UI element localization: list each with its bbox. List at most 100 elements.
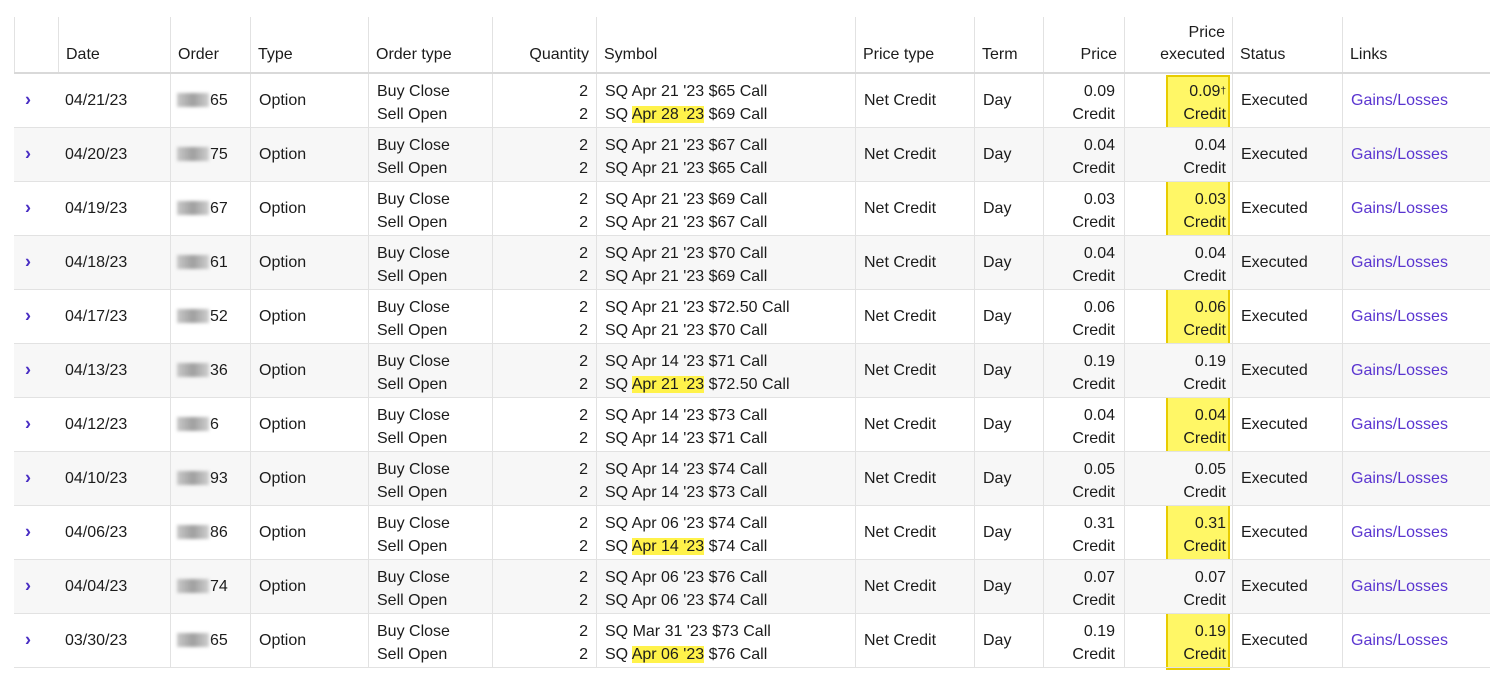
order-type-legs: Buy Close Sell Open <box>369 188 492 234</box>
order-cell: 65 <box>170 74 250 127</box>
executed-price-value: 0.31 <box>1194 515 1226 532</box>
chevron-right-icon[interactable]: › <box>25 575 31 596</box>
chevron-right-icon[interactable]: › <box>25 143 31 164</box>
table-row[interactable]: › 04/18/23 61 Option Buy Close Sell Open… <box>14 236 1490 290</box>
header-symbol[interactable]: Symbol <box>596 17 855 72</box>
header-order-type[interactable]: Order type <box>368 17 492 72</box>
table-row[interactable]: › 04/06/23 86 Option Buy Close Sell Open… <box>14 506 1490 560</box>
header-quantity[interactable]: Quantity <box>492 17 596 72</box>
leg2-symbol-ticker: SQ <box>605 322 632 339</box>
chevron-right-icon[interactable]: › <box>25 251 31 272</box>
price-type-cell: Net Credit <box>855 614 974 667</box>
term-cell: Day <box>974 74 1043 127</box>
table-row[interactable]: › 04/12/23 6 Option Buy Close Sell Open … <box>14 398 1490 452</box>
header-order-type-label: Order type <box>376 46 452 63</box>
gains-losses-link[interactable]: Gains/Losses <box>1351 578 1448 595</box>
quantity-legs: 2 2 <box>493 296 596 342</box>
limit-price-unit: Credit <box>1072 322 1115 339</box>
header-price-executed[interactable]: Price executed <box>1124 17 1232 72</box>
table-row[interactable]: › 04/20/23 75 Option Buy Close Sell Open… <box>14 128 1490 182</box>
term: Day <box>983 91 1012 109</box>
header-order[interactable]: Order <box>170 17 250 72</box>
limit-price: 0.04 Credit <box>1044 242 1124 288</box>
leg2-symbol-ticker: SQ <box>605 214 632 231</box>
leg1-action: Buy Close <box>377 353 450 370</box>
gains-losses-link[interactable]: Gains/Losses <box>1351 254 1448 271</box>
table-row[interactable]: › 04/17/23 52 Option Buy Close Sell Open… <box>14 290 1490 344</box>
table-row[interactable]: › 04/10/23 93 Option Buy Close Sell Open… <box>14 452 1490 506</box>
table-row[interactable]: › 04/19/23 67 Option Buy Close Sell Open… <box>14 182 1490 236</box>
order-type-cell: Buy Close Sell Open <box>368 398 492 451</box>
limit-price-value: 0.19 <box>1083 623 1115 640</box>
table-row[interactable]: › 04/21/23 65 Option Buy Close Sell Open… <box>14 74 1490 128</box>
order-date: 04/06/23 <box>65 523 128 541</box>
type-cell: Option <box>250 398 368 451</box>
price-type: Net Credit <box>864 91 937 109</box>
gains-losses-link[interactable]: Gains/Losses <box>1351 470 1448 487</box>
order-number-suffix: 67 <box>210 199 228 217</box>
chevron-right-icon[interactable]: › <box>25 305 31 326</box>
executed-price-unit: Credit <box>1183 484 1226 501</box>
leg1-quantity: 2 <box>579 569 588 586</box>
order-type-cell: Buy Close Sell Open <box>368 182 492 235</box>
header-price-type[interactable]: Price type <box>855 17 974 72</box>
symbol-cell: SQ Apr 21 '23 $69 Call SQ Apr 21 '23 $67… <box>596 182 855 235</box>
gains-losses-link[interactable]: Gains/Losses <box>1351 362 1448 379</box>
redacted-order-digits <box>177 579 209 594</box>
header-status[interactable]: Status <box>1232 17 1342 72</box>
leg2-quantity: 2 <box>579 538 588 555</box>
quantity-legs: 2 2 <box>493 620 596 666</box>
gains-losses-link[interactable]: Gains/Losses <box>1351 92 1448 109</box>
leg2-symbol: SQ Apr 06 '23 $74 Call <box>605 589 855 612</box>
leg1-symbol: SQ Apr 21 '23 $70 Call <box>605 245 768 262</box>
chevron-right-icon[interactable]: › <box>25 413 31 434</box>
leg2-action: Sell Open <box>377 430 448 447</box>
header-price[interactable]: Price <box>1043 17 1124 72</box>
executed-price-line: 0.04 <box>1125 134 1226 157</box>
chevron-right-icon[interactable]: › <box>25 467 31 488</box>
header-date[interactable]: Date <box>58 17 170 72</box>
chevron-right-icon[interactable]: › <box>25 89 31 110</box>
leg2-action: Sell Open <box>377 484 448 501</box>
chevron-right-icon[interactable]: › <box>25 197 31 218</box>
gains-losses-link[interactable]: Gains/Losses <box>1351 308 1448 325</box>
chevron-right-icon[interactable]: › <box>25 629 31 650</box>
leg1-action: Buy Close <box>377 461 450 478</box>
table-row[interactable]: › 04/13/23 36 Option Buy Close Sell Open… <box>14 344 1490 398</box>
order-type-legs: Buy Close Sell Open <box>369 296 492 342</box>
redacted-order-digits <box>177 417 209 432</box>
gains-losses-link[interactable]: Gains/Losses <box>1351 632 1448 649</box>
leg2-symbol-ticker: SQ <box>605 646 632 663</box>
gains-losses-link[interactable]: Gains/Losses <box>1351 200 1448 217</box>
header-type[interactable]: Type <box>250 17 368 72</box>
order-date: 03/30/23 <box>65 631 128 649</box>
date-cell: 04/04/23 <box>58 560 170 613</box>
table-row[interactable]: › 03/30/23 65 Option Buy Close Sell Open… <box>14 614 1490 668</box>
limit-price-unit: Credit <box>1072 376 1115 393</box>
limit-price: 0.05 Credit <box>1044 458 1124 504</box>
header-status-label: Status <box>1240 46 1286 63</box>
gains-losses-link[interactable]: Gains/Losses <box>1351 416 1448 433</box>
price-type-cell: Net Credit <box>855 506 974 559</box>
limit-price-value: 0.06 <box>1083 299 1115 316</box>
chevron-right-icon[interactable]: › <box>25 521 31 542</box>
leg1-quantity: 2 <box>579 83 588 100</box>
leg1-symbol: SQ Apr 21 '23 $65 Call <box>605 83 768 100</box>
chevron-right-icon[interactable]: › <box>25 359 31 380</box>
table-row[interactable]: › 04/04/23 74 Option Buy Close Sell Open… <box>14 560 1490 614</box>
order-type-cell: Buy Close Sell Open <box>368 290 492 343</box>
gains-losses-link[interactable]: Gains/Losses <box>1351 524 1448 541</box>
type-cell: Option <box>250 236 368 289</box>
symbol-legs: SQ Apr 21 '23 $72.50 Call SQ Apr 21 '23 … <box>597 296 855 342</box>
symbol-legs: SQ Apr 21 '23 $67 Call SQ Apr 21 '23 $65… <box>597 134 855 180</box>
redacted-order-digits <box>177 309 209 324</box>
gains-losses-link[interactable]: Gains/Losses <box>1351 146 1448 163</box>
order-number-suffix: 74 <box>210 577 228 595</box>
leg2-quantity: 2 <box>579 592 588 609</box>
order-date: 04/18/23 <box>65 253 128 271</box>
order-number-suffix: 65 <box>210 631 228 649</box>
limit-price: 0.19 Credit <box>1044 350 1124 396</box>
header-term[interactable]: Term <box>974 17 1043 72</box>
executed-price-value: 0.04 <box>1194 407 1226 424</box>
leg2-symbol-ticker: SQ <box>605 592 632 609</box>
